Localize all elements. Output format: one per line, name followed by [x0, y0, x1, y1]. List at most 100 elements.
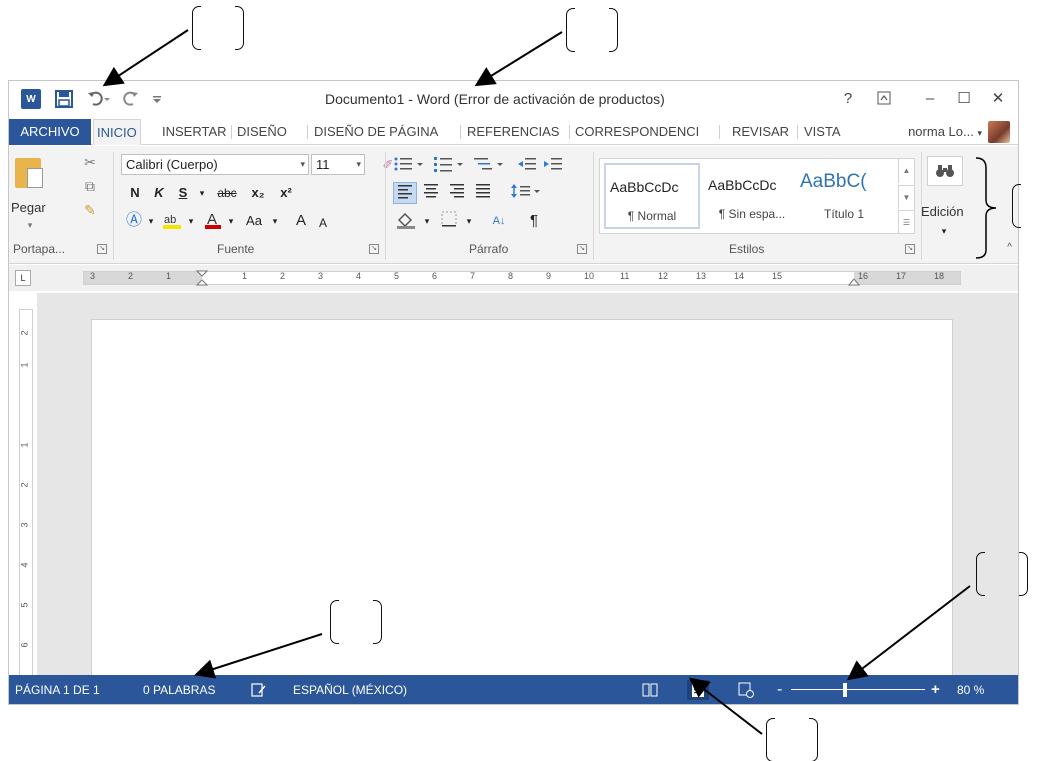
numbering-button[interactable]: [431, 154, 471, 176]
help-button[interactable]: ?: [833, 87, 863, 109]
chevron-down-icon[interactable]: ▾: [145, 210, 157, 232]
font-family-select[interactable]: Calibri (Cuerpo) ▾: [121, 154, 309, 175]
shrink-font-button[interactable]: A: [313, 212, 333, 234]
zoom-slider-thumb[interactable]: [842, 683, 847, 697]
chevron-down-icon[interactable]: ▾: [195, 182, 209, 204]
cut-icon[interactable]: ✂: [81, 154, 99, 171]
chevron-down-icon: ▾: [977, 128, 982, 138]
font-size-select[interactable]: 11 ▾: [311, 154, 365, 175]
tab-diseno[interactable]: DISEÑO: [234, 119, 290, 145]
borders-button[interactable]: [437, 210, 461, 232]
print-layout-icon[interactable]: [687, 680, 709, 700]
paste-button[interactable]: Pegar: [11, 200, 46, 215]
align-right-button[interactable]: [445, 182, 469, 204]
chevron-down-icon[interactable]: ▾: [937, 220, 951, 242]
text-effects-icon[interactable]: Ⓐ: [123, 210, 145, 232]
chevron-down-icon[interactable]: ▾: [21, 220, 39, 231]
chevron-down-icon[interactable]: ▾: [185, 210, 197, 232]
style-normal[interactable]: AaBbCcDc ¶ Normal: [604, 163, 700, 229]
find-icon[interactable]: [927, 156, 963, 186]
italic-button[interactable]: K: [149, 182, 169, 204]
tab-insertar[interactable]: INSERTAR: [159, 119, 230, 145]
bold-button[interactable]: N: [125, 182, 145, 204]
align-center-button[interactable]: [419, 182, 443, 204]
page-count-status[interactable]: PÁGINA 1 DE 1: [15, 675, 100, 704]
dialog-launcher-icon[interactable]: ↘: [577, 244, 587, 254]
dialog-launcher-icon[interactable]: ↘: [97, 244, 107, 254]
tab-revisar[interactable]: REVISAR: [729, 119, 792, 145]
tab-selector[interactable]: L: [15, 270, 31, 286]
vertical-ruler[interactable]: 2 1 1 2 3 4 5 6: [19, 309, 33, 677]
minimize-button[interactable]: –: [915, 87, 945, 109]
save-icon[interactable]: [53, 88, 75, 110]
word-logo-icon[interactable]: W: [21, 89, 41, 109]
ruler-number: 12: [658, 271, 669, 281]
maximize-button[interactable]: ☐: [949, 87, 979, 109]
subscript-button[interactable]: x₂: [247, 182, 269, 204]
gallery-scroll-down-icon[interactable]: ▼: [898, 185, 914, 209]
zoom-out-button[interactable]: -: [777, 675, 782, 704]
bullets-button[interactable]: [391, 154, 431, 176]
tab-correspondencia[interactable]: CORRESPONDENCI: [572, 119, 702, 145]
show-formatting-button[interactable]: ¶: [523, 210, 545, 232]
line-spacing-button[interactable]: [509, 182, 545, 204]
increase-indent-button[interactable]: [541, 154, 565, 176]
sort-button[interactable]: A↓: [487, 210, 511, 232]
tab-diseno-de-pagina[interactable]: DISEÑO DE PÁGINA: [311, 119, 441, 145]
zoom-level[interactable]: 80 %: [957, 675, 984, 704]
chevron-down-icon[interactable]: ▾: [269, 210, 281, 232]
chevron-down-icon[interactable]: ▾: [421, 210, 433, 232]
redo-icon[interactable]: [121, 88, 143, 110]
word-count-status[interactable]: 0 PALABRAS: [143, 675, 215, 704]
avatar[interactable]: [988, 121, 1010, 143]
decrease-indent-button[interactable]: [515, 154, 539, 176]
font-color-button[interactable]: A: [201, 210, 225, 232]
proofing-icon[interactable]: [251, 675, 267, 704]
gallery-more-icon[interactable]: ☰: [898, 210, 914, 234]
zoom-slider[interactable]: [791, 689, 925, 690]
change-case-button[interactable]: Aa: [239, 210, 269, 232]
close-button[interactable]: ✕: [983, 87, 1013, 109]
highlight-color-button[interactable]: ab: [159, 210, 185, 232]
grow-font-button[interactable]: A: [291, 210, 311, 232]
ruler-number: 5: [394, 271, 400, 281]
tab-inicio[interactable]: INICIO: [93, 119, 141, 145]
read-mode-icon[interactable]: [639, 680, 661, 700]
right-indent-marker-icon[interactable]: [848, 274, 860, 286]
shading-button[interactable]: [393, 210, 421, 232]
justify-button[interactable]: [471, 182, 495, 204]
style-heading-1[interactable]: AaBbC( Título 1: [796, 163, 892, 229]
undo-icon[interactable]: [85, 88, 113, 110]
horizontal-ruler[interactable]: 3 2 1 1 2 3 4 5 6 7 8 9 10 11 12 13 14 1…: [83, 270, 961, 286]
gallery-scroll-up-icon[interactable]: ▲: [898, 159, 914, 183]
tab-archivo[interactable]: ARCHIVO: [9, 119, 91, 145]
dialog-launcher-icon[interactable]: ↘: [905, 244, 915, 254]
format-painter-icon[interactable]: ✎: [81, 202, 99, 219]
collapse-ribbon-icon[interactable]: ^: [1007, 242, 1012, 253]
ribbon-display-options-button[interactable]: [869, 87, 899, 109]
zoom-in-button[interactable]: +: [931, 675, 940, 704]
dialog-launcher-icon[interactable]: ↘: [369, 244, 379, 254]
strikethrough-button[interactable]: abc: [211, 182, 243, 204]
superscript-button[interactable]: x²: [275, 182, 297, 204]
chevron-down-icon[interactable]: ▾: [463, 210, 475, 232]
paste-icon[interactable]: [15, 158, 43, 188]
chevron-down-icon[interactable]: ▾: [225, 210, 237, 232]
copy-icon[interactable]: ⧉: [81, 178, 99, 195]
language-status[interactable]: ESPAÑOL (MÉXICO): [293, 675, 407, 704]
user-account[interactable]: norma Lo... ▾: [908, 119, 982, 145]
web-layout-icon[interactable]: [735, 680, 757, 700]
editing-button[interactable]: Edición: [921, 204, 964, 219]
underline-button[interactable]: S: [173, 182, 193, 204]
tab-vista[interactable]: VISTA: [801, 119, 844, 145]
document-page[interactable]: [91, 319, 953, 704]
ruler-number: 18: [934, 271, 945, 281]
user-name: norma Lo...: [908, 124, 974, 139]
indent-marker-icon[interactable]: [196, 270, 208, 286]
tab-referencias[interactable]: REFERENCIAS: [464, 119, 562, 145]
align-left-button[interactable]: [393, 182, 417, 204]
customize-quick-access-icon[interactable]: [149, 88, 165, 110]
multilevel-list-button[interactable]: [471, 154, 511, 176]
ruler-number: 4: [19, 562, 30, 568]
style-no-spacing[interactable]: AaBbCcDc ¶ Sin espa...: [704, 163, 800, 229]
